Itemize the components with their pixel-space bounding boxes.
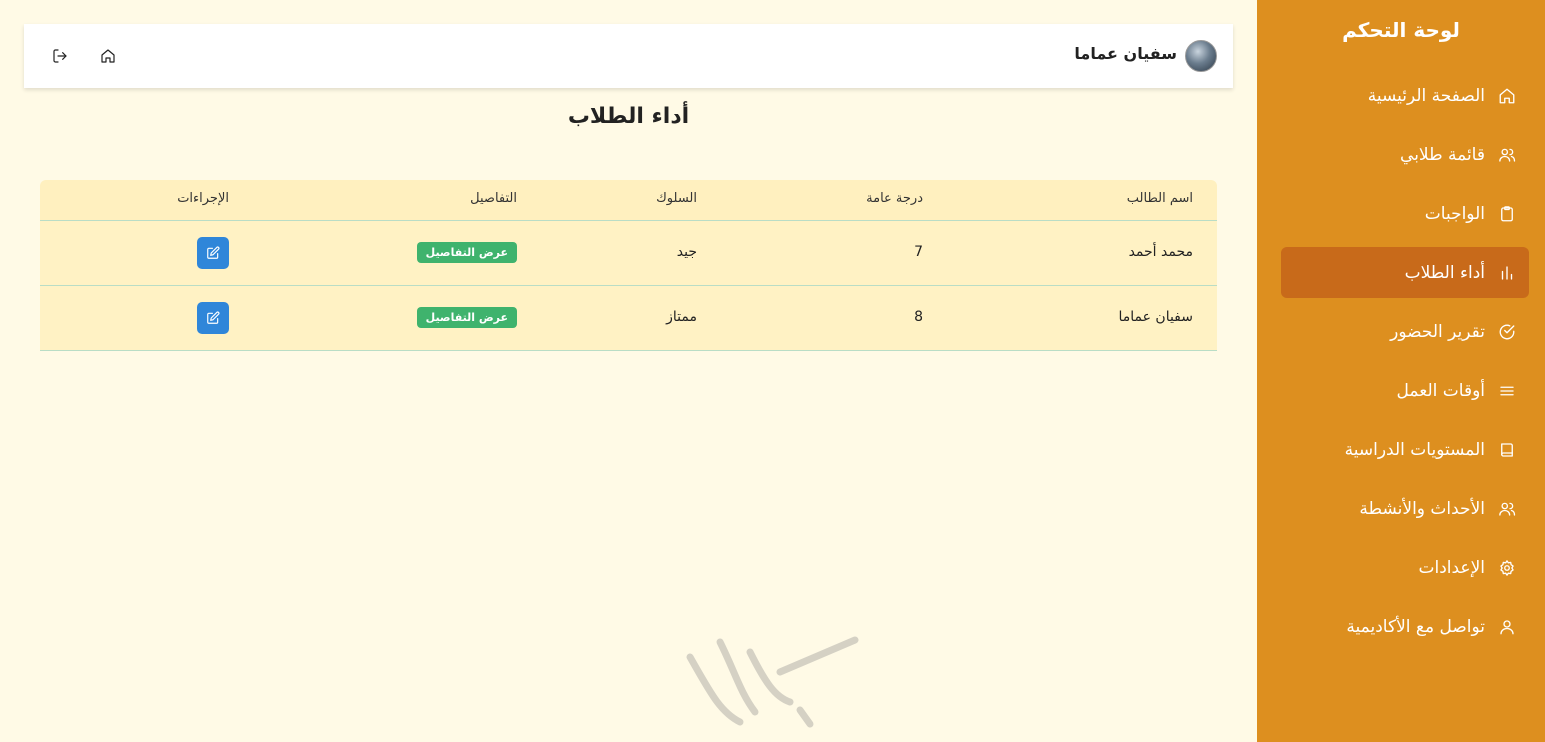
sidebar-item-label: أداء الطلاب <box>1404 262 1485 283</box>
column-header-details: التفاصيل <box>470 191 517 206</box>
sidebar-item-student-performance[interactable]: أداء الطلاب <box>1281 247 1529 298</box>
home-icon <box>100 48 116 64</box>
table-header-row: اسم الطالب درجة عامة السلوك التفاصيل الإ… <box>40 180 1217 221</box>
student-behavior: ممتاز <box>666 309 697 325</box>
clipboard-icon <box>1497 204 1517 224</box>
column-header-behavior: السلوك <box>656 191 697 206</box>
sidebar-item-assignments[interactable]: الواجبات <box>1281 188 1529 239</box>
sidebar-item-label: الأحداث والأنشطة <box>1359 498 1485 519</box>
check-circle-icon <box>1497 322 1517 342</box>
sidebar-item-working-hours[interactable]: أوقات العمل <box>1281 365 1529 416</box>
user-icon <box>1497 617 1517 637</box>
users-icon <box>1497 145 1517 165</box>
sidebar: لوحة التحكم الصفحة الرئيسية قائمة طلابي … <box>1257 0 1545 742</box>
sidebar-item-label: قائمة طلابي <box>1400 144 1485 165</box>
sidebar-item-label: تقرير الحضور <box>1390 321 1485 342</box>
sidebar-item-label: تواصل مع الأكاديمية <box>1346 616 1485 637</box>
edit-icon <box>206 311 220 325</box>
view-details-button[interactable]: عرض التفاصيل <box>416 307 517 328</box>
sidebar-item-home[interactable]: الصفحة الرئيسية <box>1281 70 1529 121</box>
sidebar-item-label: الواجبات <box>1424 203 1485 224</box>
student-behavior: جيد <box>676 244 697 260</box>
top-header: سفيان عماما <box>24 24 1233 88</box>
user-name: سفيان عماما <box>1074 44 1177 63</box>
sidebar-item-settings[interactable]: الإعدادات <box>1281 542 1529 593</box>
sidebar-item-contact-academy[interactable]: تواصل مع الأكاديمية <box>1281 601 1529 652</box>
home-button[interactable] <box>98 46 118 66</box>
sidebar-item-attendance-report[interactable]: تقرير الحضور <box>1281 306 1529 357</box>
sidebar-item-label: الإعدادات <box>1418 557 1485 578</box>
logout-icon <box>52 48 68 64</box>
sidebar-item-label: المستويات الدراسية <box>1344 439 1485 460</box>
student-grade: 8 <box>914 309 923 325</box>
column-header-name: اسم الطالب <box>1126 191 1193 206</box>
sidebar-item-my-students[interactable]: قائمة طلابي <box>1281 129 1529 180</box>
avatar[interactable] <box>1185 40 1217 72</box>
column-header-actions: الإجراءات <box>177 191 229 206</box>
edit-icon <box>206 246 220 260</box>
sidebar-item-label: الصفحة الرئيسية <box>1367 85 1485 106</box>
student-grade: 7 <box>914 244 923 260</box>
sidebar-item-events-activities[interactable]: الأحداث والأنشطة <box>1281 483 1529 534</box>
watermark-logo <box>680 632 860 732</box>
performance-table: اسم الطالب درجة عامة السلوك التفاصيل الإ… <box>40 180 1217 351</box>
table-row: سفيان عماما 8 ممتاز عرض التفاصيل <box>40 286 1217 351</box>
sidebar-item-study-levels[interactable]: المستويات الدراسية <box>1281 424 1529 475</box>
table-row: محمد أحمد 7 جيد عرض التفاصيل <box>40 221 1217 286</box>
edit-button[interactable] <box>197 302 229 334</box>
menu-lines-icon <box>1497 381 1517 401</box>
edit-button[interactable] <box>197 237 229 269</box>
student-name: محمد أحمد <box>1128 244 1193 260</box>
view-details-button[interactable]: عرض التفاصيل <box>416 242 517 263</box>
home-icon <box>1497 86 1517 106</box>
users-icon <box>1497 499 1517 519</box>
gear-icon <box>1497 558 1517 578</box>
column-header-grade: درجة عامة <box>866 191 923 206</box>
bar-chart-icon <box>1497 263 1517 283</box>
logout-button[interactable] <box>50 46 70 66</box>
page-title: أداء الطلاب <box>567 104 690 129</box>
sidebar-item-label: أوقات العمل <box>1396 380 1485 401</box>
book-icon <box>1497 440 1517 460</box>
student-name: سفيان عماما <box>1118 309 1193 325</box>
sidebar-title: لوحة التحكم <box>1342 18 1460 42</box>
